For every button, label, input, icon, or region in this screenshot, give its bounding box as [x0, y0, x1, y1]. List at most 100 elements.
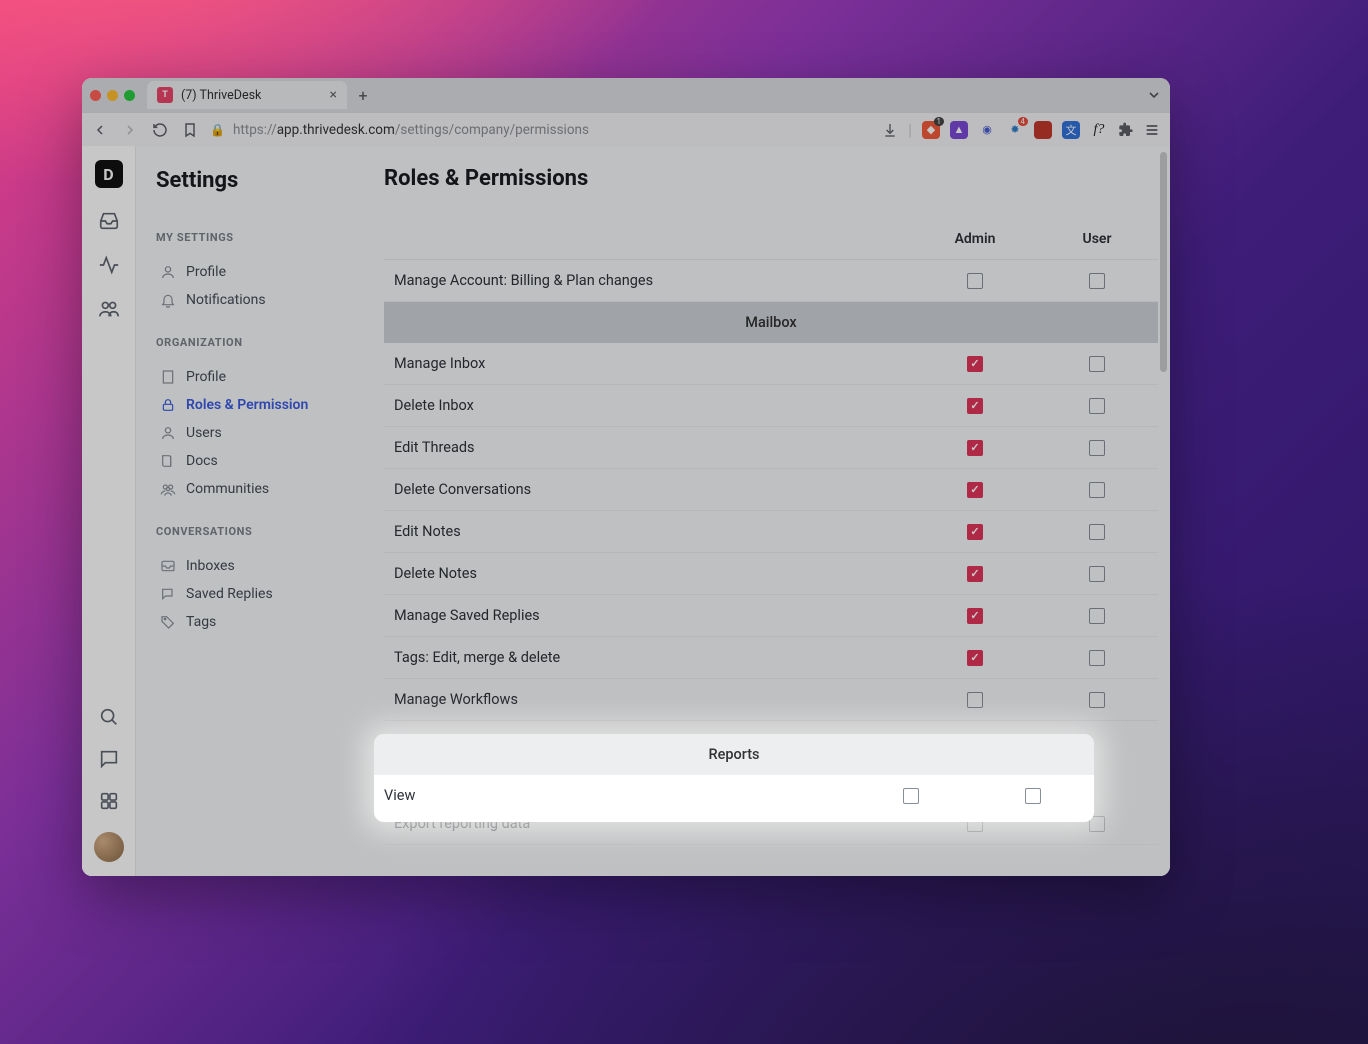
rail-activity-icon[interactable]	[98, 254, 120, 276]
checkbox-user[interactable]	[1089, 608, 1105, 624]
url-field[interactable]: 🔒 https://app.thrivedesk.com/settings/co…	[210, 122, 870, 138]
brave-shield-icon[interactable]: ◆1	[922, 121, 940, 139]
sidebar-item-tags[interactable]: Tags	[156, 608, 346, 636]
rail-search-icon[interactable]	[98, 706, 120, 728]
checkbox-user[interactable]	[1089, 692, 1105, 708]
section-my-settings: MY SETTINGS	[156, 231, 346, 244]
checkbox-user[interactable]	[1089, 482, 1105, 498]
extension-icons: | ◆1 ▲ ◉ ✸4 文 f?	[882, 120, 1160, 139]
tab-strip: T (7) ThriveDesk × +	[82, 78, 1170, 112]
checkbox-user[interactable]	[1089, 566, 1105, 582]
address-bar: 🔒 https://app.thrivedesk.com/settings/co…	[82, 112, 1170, 146]
perm-row-highlight: View	[374, 775, 1094, 816]
ext-triangle-icon[interactable]: ▲	[950, 121, 968, 139]
sidebar-item-label: Roles & Permission	[186, 397, 308, 413]
extensions-puzzle-icon[interactable]	[1118, 122, 1134, 138]
perm-label: Manage Inbox	[384, 355, 914, 372]
user-avatar[interactable]	[94, 832, 124, 862]
nav-back-icon[interactable]	[92, 122, 108, 138]
checkbox-user[interactable]	[1089, 356, 1105, 372]
tag-icon	[160, 614, 176, 630]
ext-gear-icon[interactable]: ✸4	[1006, 121, 1024, 139]
perm-label: Delete Conversations	[384, 481, 914, 498]
perm-row: Manage Inbox	[384, 343, 1158, 385]
checkbox-user[interactable]	[1089, 524, 1105, 540]
ext-square-icon[interactable]	[1034, 121, 1052, 139]
bookmark-icon[interactable]	[182, 122, 198, 138]
new-tab-button[interactable]: +	[353, 85, 373, 105]
checkbox-admin[interactable]	[967, 482, 983, 498]
ext-translate-icon[interactable]: 文	[1062, 121, 1080, 139]
sidebar-item-notifications[interactable]: Notifications	[156, 286, 346, 314]
sidebar-item-profile[interactable]: Profile	[156, 363, 346, 391]
perm-row: Edit Notes	[384, 511, 1158, 553]
tabs-dropdown-icon[interactable]	[1146, 87, 1162, 103]
rail-people-icon[interactable]	[98, 298, 120, 320]
nav-forward-icon[interactable]	[122, 122, 138, 138]
app-logo[interactable]: D	[95, 160, 123, 188]
window-minimize[interactable]	[107, 90, 118, 101]
close-tab-icon[interactable]: ×	[330, 88, 337, 102]
browser-menu-icon[interactable]	[1144, 122, 1160, 138]
sidebar-item-docs[interactable]: Docs	[156, 447, 346, 475]
ext-font-icon[interactable]: f?	[1090, 121, 1108, 139]
perm-row: Edit Threads	[384, 427, 1158, 469]
checkbox-admin[interactable]	[967, 566, 983, 582]
section-conversations: CONVERSATIONS	[156, 525, 346, 538]
nav-rail: D	[82, 146, 136, 876]
rail-inbox-icon[interactable]	[98, 210, 120, 232]
checkbox-admin[interactable]	[967, 273, 983, 289]
permissions-header: Admin User	[384, 219, 1158, 260]
perm-label: Manage Workflows	[384, 691, 914, 708]
checkbox-user[interactable]	[1089, 398, 1105, 414]
ext-eye-icon[interactable]: ◉	[978, 121, 996, 139]
page-title: Roles & Permissions	[384, 166, 1158, 191]
perm-row: Manage Account: Billing & Plan changes	[384, 260, 1158, 302]
book-icon	[160, 453, 176, 469]
sidebar-item-profile[interactable]: Profile	[156, 258, 346, 286]
sidebar-item-label: Communities	[186, 481, 269, 497]
sidebar-item-label: Notifications	[186, 292, 266, 308]
sidebar-item-label: Profile	[186, 369, 226, 385]
perm-label: Delete Inbox	[384, 397, 914, 414]
sidebar-item-users[interactable]: Users	[156, 419, 346, 447]
browser-tab[interactable]: T (7) ThriveDesk ×	[147, 81, 347, 109]
checkbox-admin[interactable]	[967, 356, 983, 372]
sidebar-item-communities[interactable]: Communities	[156, 475, 346, 503]
checkbox-admin[interactable]	[967, 692, 983, 708]
checkbox-admin[interactable]	[903, 788, 919, 804]
sidebar-item-roles-permission[interactable]: Roles & Permission	[156, 391, 346, 419]
perm-row: Delete Inbox	[384, 385, 1158, 427]
checkbox-admin[interactable]	[967, 650, 983, 666]
perm-group-reports: Reports	[374, 734, 1094, 775]
checkbox-admin[interactable]	[967, 608, 983, 624]
scrollbar[interactable]	[1160, 152, 1167, 372]
checkbox-admin[interactable]	[967, 398, 983, 414]
checkbox-user[interactable]	[1089, 440, 1105, 456]
perm-label: Manage Account: Billing & Plan changes	[384, 272, 914, 289]
sidebar-item-label: Profile	[186, 264, 226, 280]
tab-title: (7) ThriveDesk	[181, 88, 261, 103]
building-icon	[160, 369, 176, 385]
checkbox-admin[interactable]	[967, 440, 983, 456]
perm-row: Tags: Edit, merge & delete	[384, 637, 1158, 679]
sidebar-item-label: Users	[186, 425, 222, 441]
perm-label: Edit Threads	[384, 439, 914, 456]
highlight-region: Reports View	[374, 734, 1094, 822]
sidebar-item-inboxes[interactable]: Inboxes	[156, 552, 346, 580]
install-icon[interactable]	[882, 122, 898, 138]
perm-row: Delete Conversations	[384, 469, 1158, 511]
rail-chat-icon[interactable]	[98, 748, 120, 770]
window-close[interactable]	[90, 90, 101, 101]
reload-icon[interactable]	[152, 122, 168, 138]
checkbox-user[interactable]	[1089, 650, 1105, 666]
sidebar-item-saved-replies[interactable]: Saved Replies	[156, 580, 346, 608]
checkbox-user[interactable]	[1025, 788, 1041, 804]
window-maximize[interactable]	[124, 90, 135, 101]
lock-icon: 🔒	[210, 123, 225, 137]
checkbox-user[interactable]	[1089, 273, 1105, 289]
rail-apps-icon[interactable]	[98, 790, 120, 812]
sidebar-item-label: Tags	[186, 614, 216, 630]
perm-row: Delete Notes	[384, 553, 1158, 595]
checkbox-admin[interactable]	[967, 524, 983, 540]
